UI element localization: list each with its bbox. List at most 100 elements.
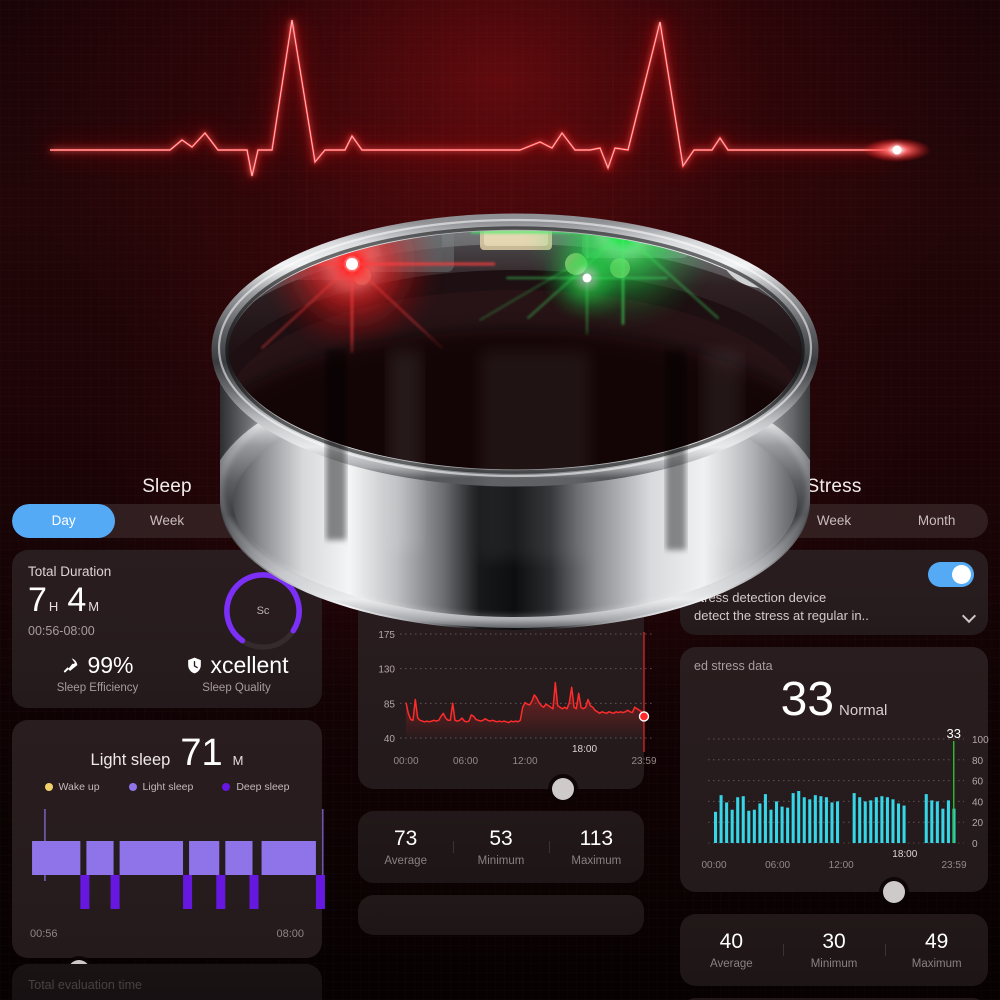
sleep-quality-value: xcellent <box>210 652 289 678</box>
legend-dot-wake <box>44 783 53 791</box>
app-dashboard: Sleep Day Week Month Total Duration 7 H … <box>0 470 1000 1000</box>
svg-text:20: 20 <box>972 819 984 830</box>
stress-range-tabs[interactable]: Day Week Month <box>680 504 988 538</box>
sleep-efficiency-value: 99% <box>87 652 134 678</box>
legend-wake-up: Wake up <box>44 781 100 793</box>
sleep-quality-label: Sleep Quality <box>202 682 271 694</box>
legend-label-deep: Deep sleep <box>236 781 290 793</box>
legend-label-wake: Wake up <box>58 781 100 793</box>
stress-minimum-value: 30 <box>822 930 846 954</box>
stress-detection-toggle[interactable] <box>928 562 974 587</box>
heart-rate-extra-card[interactable] <box>358 895 644 935</box>
hr-average-caption: Average <box>384 855 427 867</box>
heart-rate-range-tabs[interactable]: Day Week Month <box>358 504 644 538</box>
sleep-score-arc: Sc <box>220 568 306 654</box>
sleep-stage-unit: M <box>232 753 244 768</box>
legend-label-light: Light sleep <box>142 781 194 793</box>
svg-text:60: 60 <box>972 777 984 788</box>
stress-average-value: 40 <box>719 930 744 954</box>
heart-rate-value: 68 <box>454 561 510 617</box>
sleep-minutes-value: 4 <box>67 581 87 619</box>
hr-stat-minimum: 53 Minimum <box>453 827 548 867</box>
sleep-panel-title: Sleep <box>142 476 192 497</box>
svg-text:80: 80 <box>972 756 984 767</box>
hr-stat-maximum: 113 Maximum <box>548 827 644 867</box>
stress-chart[interactable]: 0 20 40 60 80 100 33 00:00 06:00 12:00 18:00 23:59 <box>692 726 1000 877</box>
hr-minimum-caption: Minimum <box>477 855 525 867</box>
stress-score: 33 Normal <box>694 674 974 725</box>
panel-stress: Stress Day Week Month stress detection d… <box>668 470 1000 1000</box>
stress-detection-card: stress detection device detect the stres… <box>680 550 988 635</box>
stress-stat-maximum: 49 Maximum <box>885 930 988 970</box>
stress-stat-average: 40 Average <box>680 930 783 970</box>
tab-sleep-week[interactable]: Week <box>115 504 218 538</box>
stress-average-caption: Average <box>710 958 753 971</box>
heart-rate-unit: bpm <box>518 593 548 610</box>
tab-stress-month[interactable]: Month <box>885 504 988 538</box>
heart-rate-current: 68 bpm <box>358 564 644 614</box>
rocket-icon <box>64 658 78 673</box>
svg-text:0: 0 <box>972 839 978 850</box>
info-circle-icon[interactable] <box>621 478 640 497</box>
sleep-hours-unit: H <box>48 599 59 614</box>
legend-light-sleep: Light sleep <box>128 781 194 793</box>
sleep-minutes-unit: M <box>88 599 100 614</box>
heart-rate-chart[interactable]: 175 130 85 40 00:00 06:00 12:00 18:00 23:59 <box>370 624 657 774</box>
tab-hr-day[interactable]: Day <box>358 504 454 538</box>
heart-rate-chart-card: 68 bpm 175 130 85 40 00:00 06:00 12:00 18:00 23:… <box>358 564 657 800</box>
stress-chart-scrubber[interactable] <box>883 881 905 904</box>
panel-heart-rate: Heart Rate Day Week Month 68 bpm 175 130 8… <box>346 470 657 1000</box>
hr-maximum-caption: Maximum <box>571 855 622 867</box>
hr-stat-average: 73 Average <box>358 827 453 867</box>
tab-sleep-month[interactable]: Month <box>219 504 322 538</box>
svg-text:18:00: 18:00 <box>892 849 917 860</box>
tab-stress-week[interactable]: Week <box>783 504 886 538</box>
sleep-legend: Wake up Light sleep Deep sleep <box>26 781 308 793</box>
sleep-stage-value: 71 <box>180 732 223 774</box>
tab-stress-day[interactable]: Day <box>680 504 783 538</box>
sleep-footer-label: Total evaluation time <box>28 978 142 992</box>
heart-rate-title-text: Heart Rate <box>454 476 548 497</box>
svg-text:12:00: 12:00 <box>512 756 537 767</box>
sleep-chart-axis: 00:56 08:00 <box>26 928 308 940</box>
heart-rate-panel-title: Heart Rate <box>346 470 656 504</box>
sleep-stage-chart[interactable] <box>26 801 328 919</box>
sleep-metrics: 99% Sleep Efficiency xcellent Sleep Qual… <box>28 652 306 694</box>
sleep-footer-card[interactable]: Total evaluation time <box>12 964 322 1000</box>
hr-average-value: 73 <box>393 827 418 850</box>
tab-sleep-day[interactable]: Day <box>12 504 116 538</box>
ecg-waveform <box>50 19 931 177</box>
metric-sleep-quality: xcellent Sleep Quality <box>167 652 306 694</box>
svg-text:130: 130 <box>378 665 395 676</box>
sleep-hours-value: 7 <box>28 581 47 619</box>
svg-text:12:00: 12:00 <box>829 860 854 871</box>
tab-hr-month[interactable]: Month <box>549 504 644 538</box>
sleep-score-label: Sc <box>256 605 270 617</box>
sleep-summary-card: Total Duration 7 H 4 M 00:56-08:00 Sc 99… <box>12 550 322 708</box>
sleep-axis-start: 00:56 <box>30 928 58 940</box>
sleep-stage-name: Light sleep <box>90 751 171 769</box>
hr-minimum-value: 53 <box>489 827 513 850</box>
sleep-axis-end: 08:00 <box>276 928 304 940</box>
svg-text:40: 40 <box>384 734 396 745</box>
legend-dot-light <box>128 783 137 791</box>
svg-text:18:00: 18:00 <box>572 744 597 755</box>
svg-text:100: 100 <box>972 735 989 746</box>
svg-text:06:00: 06:00 <box>765 860 790 871</box>
metric-sleep-efficiency: 99% Sleep Efficiency <box>28 652 167 694</box>
stress-chart-header: ed stress data 33 Normal <box>680 647 988 725</box>
sleep-stage-headline: Light sleep 71 M <box>26 734 308 772</box>
tab-hr-week[interactable]: Week <box>453 504 548 538</box>
svg-text:06:00: 06:00 <box>453 756 478 767</box>
stress-chart-card: ed stress data 33 Normal 0 20 40 60 80 100 33 0… <box>680 647 989 904</box>
heart-rate-stats: 73 Average 53 Minimum 113 Maximum <box>358 811 644 883</box>
svg-text:23:59: 23:59 <box>941 860 966 871</box>
svg-text:40: 40 <box>972 798 984 809</box>
stress-toggle-line2: detect the stress at regular in.. <box>694 608 869 623</box>
legend-dot-deep <box>222 783 231 791</box>
legend-deep-sleep: Deep sleep <box>222 781 289 793</box>
stress-toggle-line1: stress detection device <box>694 590 827 605</box>
sleep-stage-card: Light sleep 71 M Wake up Light sleep Dee… <box>12 720 325 982</box>
heart-rate-chart-scrubber[interactable] <box>552 778 574 800</box>
sleep-range-tabs[interactable]: Day Week Month <box>12 504 322 538</box>
